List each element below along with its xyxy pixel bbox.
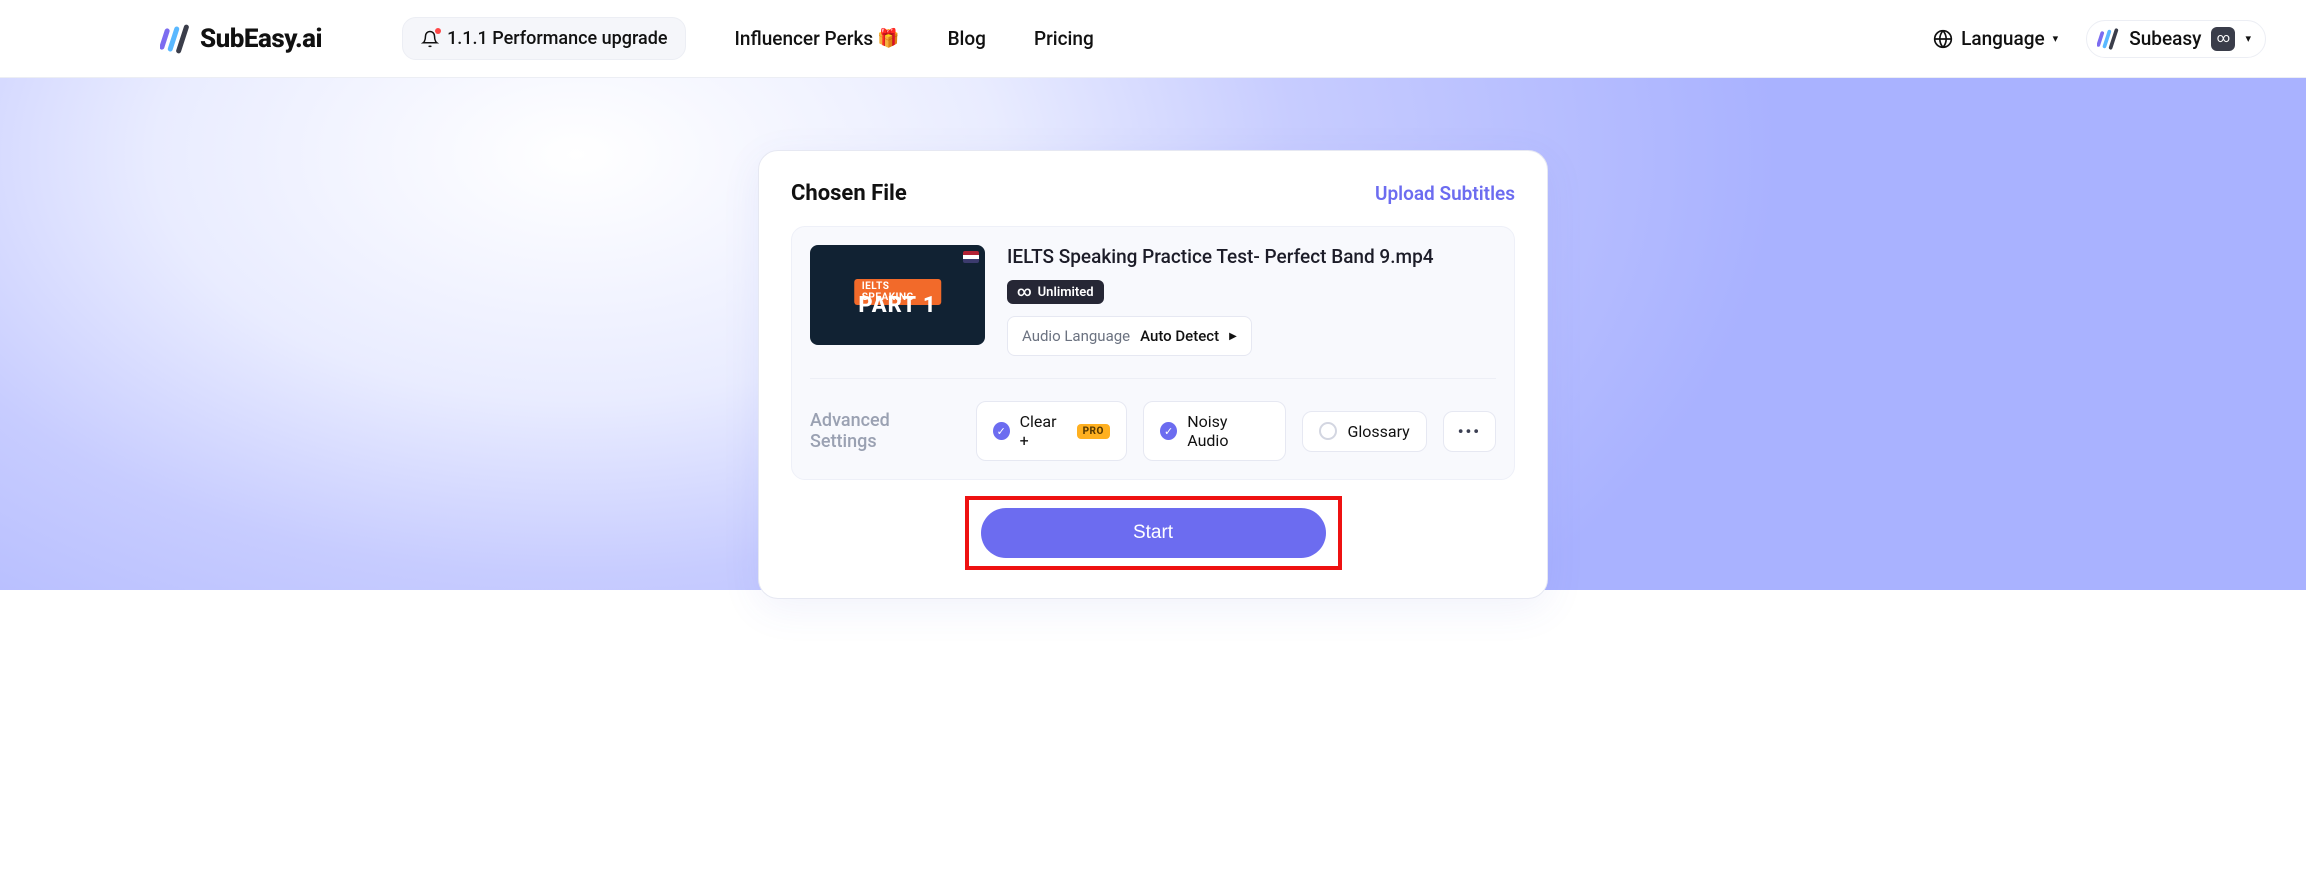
pro-badge: PRO: [1077, 424, 1110, 439]
nav-influencer[interactable]: Influencer Perks 🎁: [734, 27, 899, 50]
audio-lang-value: Auto Detect: [1140, 327, 1219, 345]
advanced-settings-label: Advanced Settings: [810, 410, 956, 452]
file-box: IELTS SPEAKING PART 1 IELTS Speaking Pra…: [791, 226, 1515, 480]
audio-lang-label: Audio Language: [1022, 327, 1130, 345]
card-title: Chosen File: [791, 181, 907, 206]
file-name: IELTS Speaking Practice Test- Perfect Ba…: [1007, 245, 1434, 268]
start-button[interactable]: Start: [981, 508, 1326, 558]
caret-down-icon: ▾: [2053, 32, 2059, 45]
header-right: Language ▾ Subeasy ∞ ▾: [1933, 20, 2266, 58]
account-menu[interactable]: Subeasy ∞ ▾: [2086, 20, 2266, 58]
infinity-icon: ∞: [1017, 284, 1032, 300]
unlimited-label: Unlimited: [1038, 285, 1094, 300]
infinity-icon: ∞: [2211, 27, 2235, 51]
nav-blog[interactable]: Blog: [948, 27, 986, 50]
check-icon: [1319, 422, 1337, 440]
language-selector[interactable]: Language ▾: [1933, 27, 2058, 50]
flag-icon: [963, 251, 979, 263]
logo-icon: [2097, 28, 2119, 50]
file-thumbnail: IELTS SPEAKING PART 1: [810, 245, 985, 345]
caret-right-icon: ▶: [1229, 331, 1237, 342]
check-icon: ✓: [993, 422, 1010, 440]
chip-glossary[interactable]: Glossary: [1302, 411, 1426, 452]
chip-noisy-audio[interactable]: ✓ Noisy Audio: [1143, 401, 1287, 461]
hero: Chosen File Upload Subtitles IELTS SPEAK…: [0, 78, 2306, 590]
nav-influencer-label: Influencer Perks: [734, 27, 873, 50]
logo[interactable]: SubEasy.ai: [160, 24, 322, 54]
chip-label: Noisy Audio: [1187, 412, 1269, 450]
globe-icon: [1933, 29, 1953, 49]
language-label: Language: [1961, 27, 2045, 50]
start-wrap: Start: [791, 496, 1515, 570]
announcement-pill[interactable]: 1.1.1 Performance upgrade: [402, 17, 686, 60]
chip-label: Clear +: [1020, 412, 1067, 450]
thumb-title: PART 1: [858, 293, 936, 318]
account-name: Subeasy: [2129, 27, 2201, 50]
gift-icon: 🎁: [877, 28, 899, 49]
check-icon: ✓: [1160, 422, 1177, 440]
upload-subtitles-link[interactable]: Upload Subtitles: [1375, 182, 1515, 205]
chip-clear-plus[interactable]: ✓ Clear + PRO: [976, 401, 1127, 461]
chip-label: Glossary: [1347, 422, 1409, 441]
bell-icon: [421, 30, 439, 48]
announcement-text: 1.1.1 Performance upgrade: [447, 28, 667, 49]
start-highlight: Start: [965, 496, 1342, 570]
upload-card: Chosen File Upload Subtitles IELTS SPEAK…: [758, 150, 1548, 599]
caret-down-icon: ▾: [2245, 32, 2251, 45]
header: SubEasy.ai 1.1.1 Performance upgrade Inf…: [0, 0, 2306, 78]
card-header: Chosen File Upload Subtitles: [791, 181, 1515, 206]
advanced-settings-row: Advanced Settings ✓ Clear + PRO ✓ Noisy …: [810, 401, 1496, 461]
divider: [810, 378, 1496, 379]
logo-icon: [160, 24, 190, 54]
file-row: IELTS SPEAKING PART 1 IELTS Speaking Pra…: [810, 245, 1496, 356]
nav: 1.1.1 Performance upgrade Influencer Per…: [402, 17, 1094, 60]
more-options-button[interactable]: •••: [1443, 411, 1496, 452]
logo-text: SubEasy.ai: [200, 24, 322, 54]
file-meta: IELTS Speaking Practice Test- Perfect Ba…: [1007, 245, 1434, 356]
nav-pricing[interactable]: Pricing: [1034, 27, 1094, 50]
audio-language-selector[interactable]: Audio Language Auto Detect ▶: [1007, 316, 1252, 356]
unlimited-badge: ∞ Unlimited: [1007, 280, 1104, 304]
